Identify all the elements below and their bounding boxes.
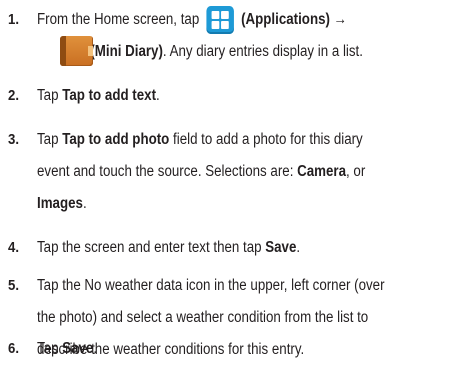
step-line: the photo) and select a weather conditio…	[37, 309, 369, 326]
step-text: Tap Tap to add photo field to add a phot…	[37, 124, 467, 220]
step-line: Images.	[37, 195, 87, 212]
step-number: 4.	[8, 239, 20, 256]
step-line: Tap the screen and enter text then tap S…	[37, 239, 301, 256]
step-line: Tap Tap to add text.	[37, 87, 160, 104]
step-number: 6.	[8, 340, 20, 357]
step-text: From the Home screen, tap (Applications)…	[37, 4, 467, 68]
step-number: 1.	[8, 11, 20, 28]
applications-label: (Applications)	[241, 11, 330, 28]
step-number: 2.	[8, 87, 20, 104]
step-line: Tap Save.	[37, 340, 98, 357]
step-line: From the Home screen, tap (Applications)…	[37, 4, 407, 36]
step-line: Tap Tap to add photo field to add a phot…	[37, 131, 363, 148]
step-line: event and touch the source. Selections a…	[37, 163, 366, 180]
applications-icon	[206, 6, 234, 35]
step-text: Tap Tap to add text.	[37, 80, 467, 112]
step-line: Tap the No weather data icon in the uppe…	[37, 277, 385, 294]
mini-diary-label: (Mini Diary)	[90, 43, 163, 60]
step-text: Tap the screen and enter text then tap S…	[37, 232, 467, 264]
arrow-glyph: →	[333, 11, 347, 28]
step-number: 3.	[8, 131, 20, 148]
mini-diary-icon	[60, 36, 93, 66]
step-number: 5.	[8, 277, 20, 294]
step-text: Tap Save.	[37, 336, 467, 362]
